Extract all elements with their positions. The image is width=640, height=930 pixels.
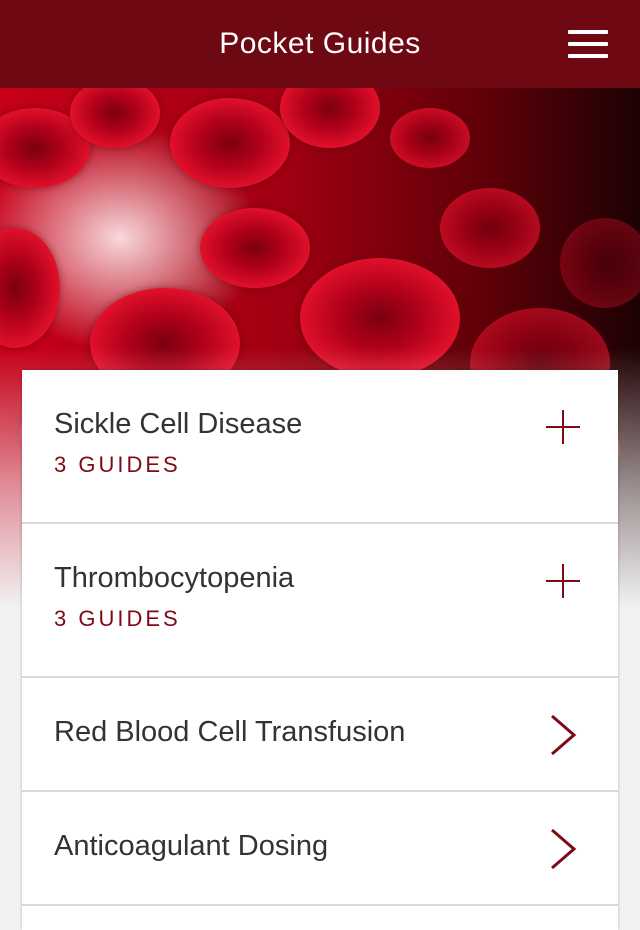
list-item-sickle-cell-disease[interactable]: Sickle Cell Disease 3 GUIDES	[22, 370, 618, 524]
list-item-red-blood-cell-transfusion[interactable]: Red Blood Cell Transfusion	[22, 678, 618, 792]
plus-icon[interactable]	[546, 564, 580, 598]
list-item-anticoagulant-dosing[interactable]: Anticoagulant Dosing	[22, 792, 618, 906]
guides-list: Sickle Cell Disease 3 GUIDES Thrombocyto…	[22, 370, 618, 930]
hamburger-menu-icon[interactable]	[568, 28, 610, 60]
guide-count: 3 GUIDES	[54, 452, 181, 477]
chevron-right-icon[interactable]	[548, 714, 578, 756]
guide-title: Sickle Cell Disease	[54, 408, 303, 440]
guide-title: Thrombocytopenia	[54, 562, 295, 594]
guide-title: Red Blood Cell Transfusion	[54, 716, 406, 748]
list-item-thrombocytopenia[interactable]: Thrombocytopenia 3 GUIDES	[22, 524, 618, 678]
guide-count: 3 GUIDES	[54, 606, 181, 631]
top-nav-bar: Pocket Guides	[0, 0, 640, 88]
page-title: Pocket Guides	[219, 27, 421, 60]
chevron-right-icon[interactable]	[548, 828, 578, 870]
guide-title: Anticoagulant Dosing	[54, 830, 329, 862]
plus-icon[interactable]	[546, 410, 580, 444]
